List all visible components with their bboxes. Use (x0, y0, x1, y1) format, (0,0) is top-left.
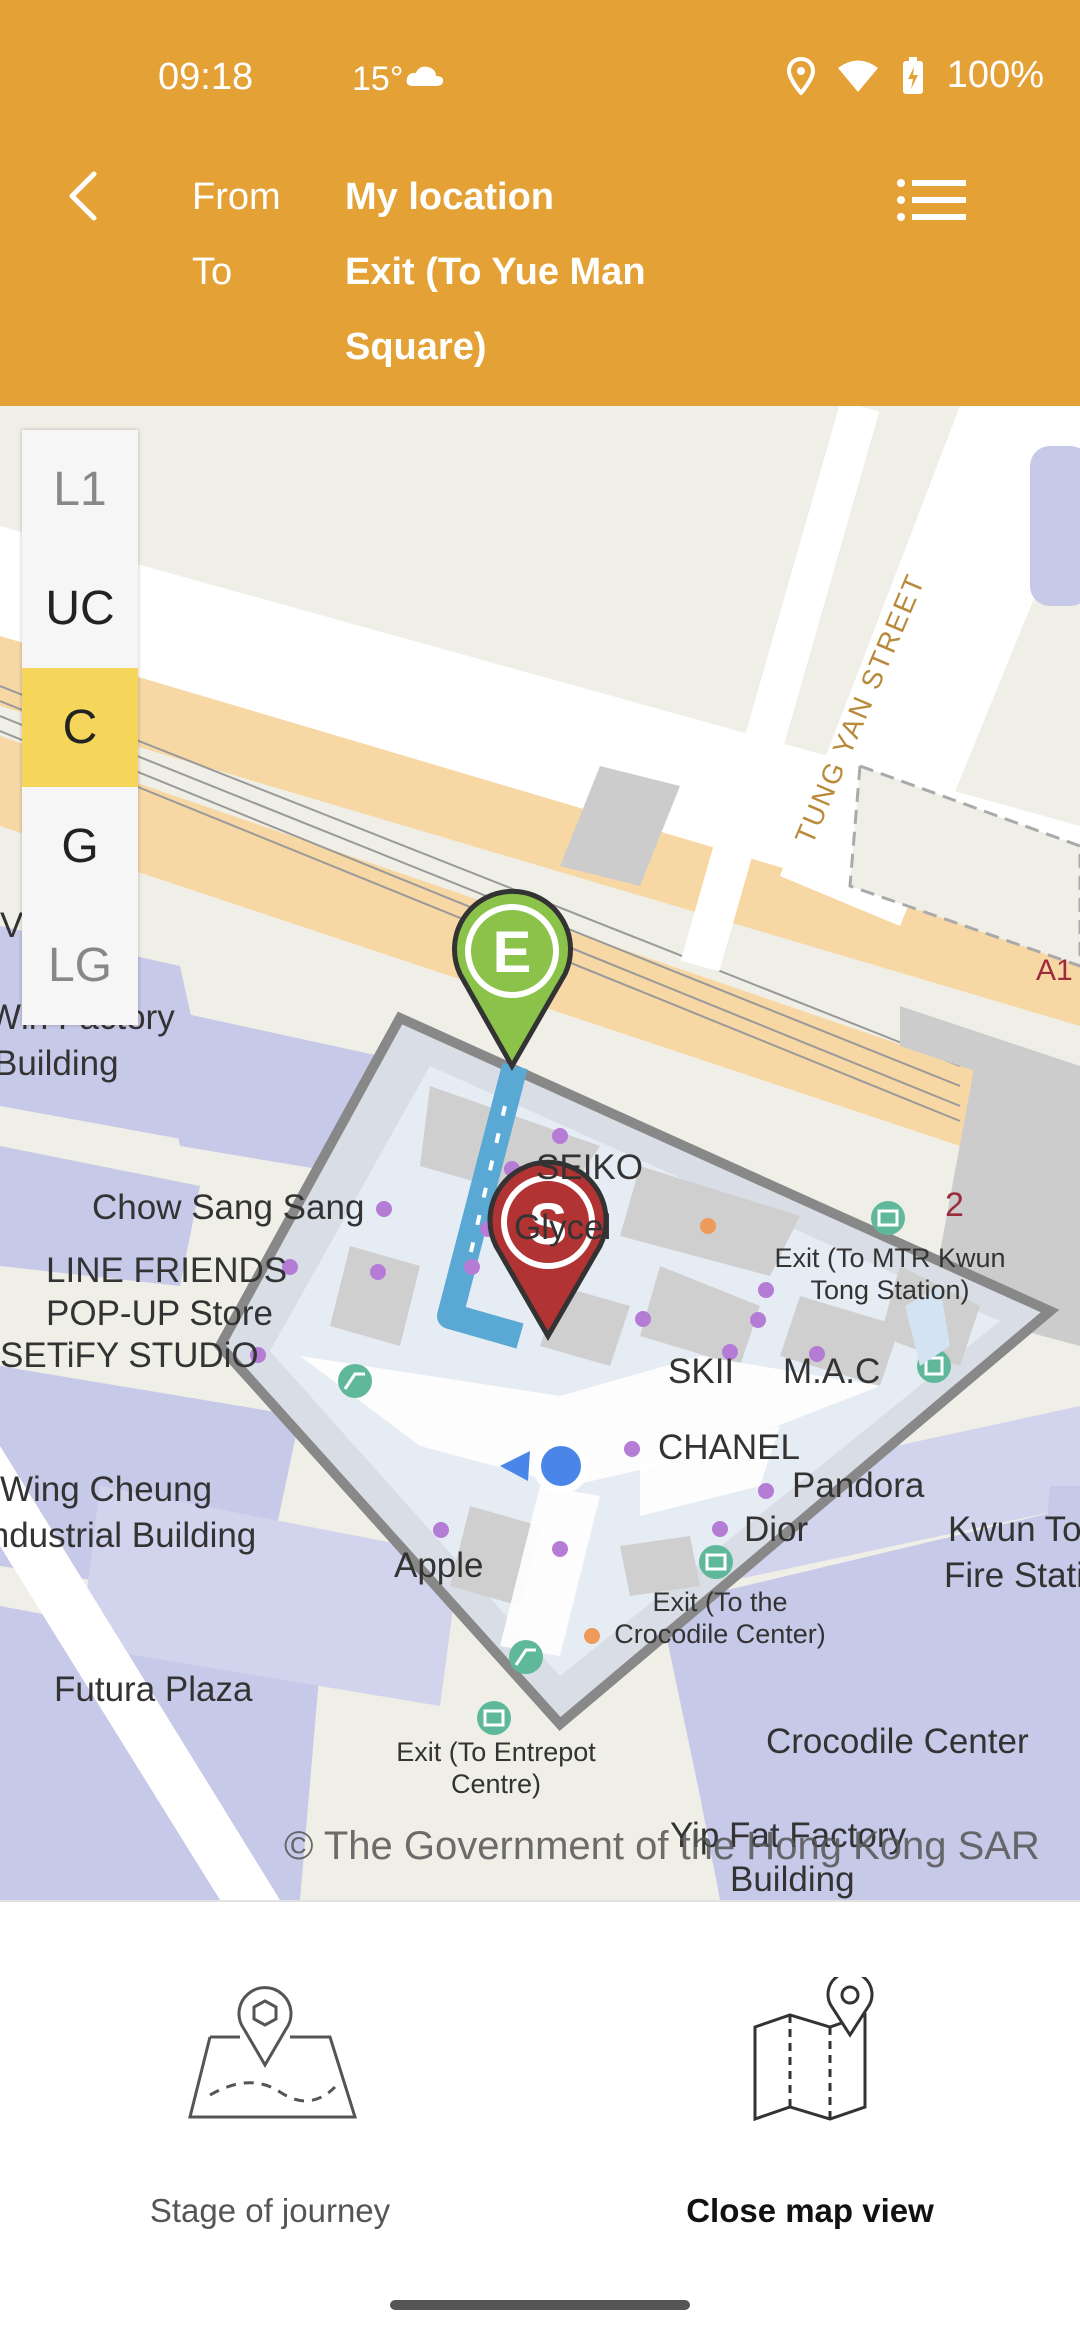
back-arrow-icon[interactable] (60, 168, 108, 224)
label-setify: SETiFY STUDiO (0, 1336, 259, 1375)
label-kwun-tong-1: Kwun Tong (948, 1510, 1080, 1549)
svg-text:2: 2 (945, 1186, 964, 1224)
bottom-bar: Stage of journey Close map view (0, 1900, 1080, 2342)
stage-of-journey-label: Stage of journey (149, 2192, 391, 2229)
label-skii: SKII (668, 1352, 735, 1391)
floor-l1[interactable]: L1 (22, 430, 138, 549)
battery-icon (902, 56, 923, 94)
label-factory-2: Building (0, 1044, 119, 1083)
label-futura-plaza: Futura Plaza (54, 1670, 253, 1709)
floor-uc[interactable]: UC (22, 549, 138, 668)
svg-text:A1: A1 (1036, 954, 1073, 987)
stage-of-journey-button[interactable]: Stage of journey (0, 1902, 540, 2252)
label-seiko: SEIKO (536, 1148, 643, 1187)
from-label: From (192, 176, 281, 218)
label-exit-crocodile: Exit (To the Crocodile Center) (614, 1587, 826, 1649)
status-time: 09:18 (158, 56, 254, 98)
home-indicator[interactable] (390, 2300, 690, 2310)
label-line-friends-2: POP-UP Store (46, 1294, 273, 1333)
label-line-friends-1: LINE FRIENDS (46, 1251, 288, 1290)
label-wing-cheung-2: Industrial Building (0, 1516, 257, 1555)
status-temperature: 15° (352, 60, 404, 98)
label-chow-sang-sang: Chow Sang Sang (92, 1188, 365, 1227)
label-dior: Dior (744, 1510, 809, 1549)
status-bar: 09:18 15° 100% (0, 0, 1080, 165)
label-pandora: Pandora (792, 1466, 925, 1505)
floor-c[interactable]: C (22, 668, 138, 787)
svg-text:E: E (493, 920, 532, 985)
label-exit-mtr: Exit (To MTR Kwun Tong Station) (774, 1243, 1006, 1305)
label-exit-entrepot: Exit (To Entrepot Centre) (396, 1737, 596, 1799)
label-crocodile-center: Crocodile Center (766, 1722, 1029, 1761)
list-menu-icon[interactable] (896, 178, 966, 222)
label-glycel: Glycel (514, 1208, 612, 1247)
floor-lg[interactable]: LG (22, 906, 138, 1025)
label-mac: M.A.C (783, 1352, 881, 1391)
location-status-icon (786, 56, 815, 95)
close-map-view-label: Close map view (686, 2192, 934, 2229)
floor-g[interactable]: G (22, 787, 138, 906)
close-map-view-button[interactable]: Close map view (540, 1902, 1080, 2252)
folded-map-icon (753, 1977, 874, 2122)
cloud-icon (406, 66, 444, 86)
label-kwun-tong-2: Fire Station (944, 1556, 1080, 1595)
from-value[interactable]: My location (345, 160, 705, 235)
journey-map-pin-icon (188, 1986, 358, 2119)
label-wing-cheung-1: Wing Cheung (0, 1470, 213, 1509)
label-chanel: CHANEL (658, 1428, 800, 1467)
indoor-map[interactable]: 2 A1 TUNG YAN STREET E S View Win Factor… (0, 406, 1080, 1900)
to-label: To (192, 251, 233, 293)
floor-selector: L1 UC C G LG (22, 430, 138, 1025)
battery-percent: 100% (946, 54, 1044, 96)
to-value[interactable]: Exit (To Yue Man Square) (345, 235, 705, 385)
label-apple: Apple (394, 1546, 484, 1585)
wifi-icon (837, 60, 878, 92)
header-bar: 09:18 15° 100% From My location To Exit … (0, 0, 1080, 406)
map-copyright: © The Government of the Hong Kong SAR (284, 1824, 1040, 1868)
